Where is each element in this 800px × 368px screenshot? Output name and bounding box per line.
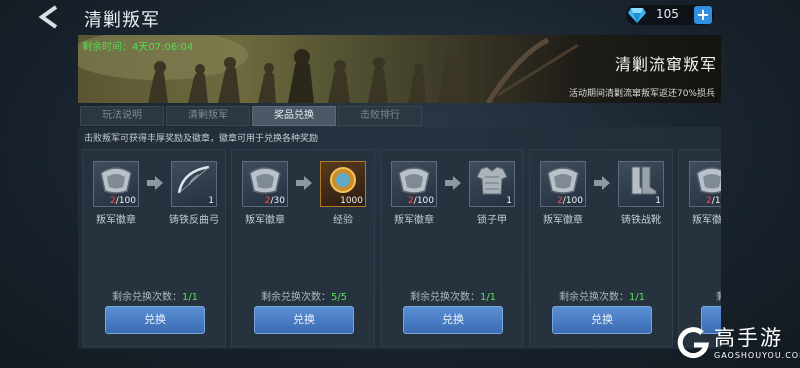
- banner-title: 清剿流窜叛军: [614, 55, 717, 74]
- remaining-count: 1/1: [479, 292, 497, 303]
- rebel-badge-icon: [696, 167, 721, 194]
- event-banner: 剩余时间：4天07:06:04 清剿流窜叛军 活动期间清剿流窜叛军返还70%损兵: [78, 35, 721, 103]
- currency-display: 105 +: [626, 5, 714, 25]
- reward-slot[interactable]: 1: [171, 161, 217, 207]
- rebel-badge-icon: [100, 167, 132, 194]
- watermark-text: 高手游: [714, 326, 783, 350]
- badge-name: 叛军徽章: [245, 215, 285, 226]
- reward-count: 1: [655, 196, 661, 206]
- remaining-label: 剩余兑换次数：: [558, 292, 629, 303]
- back-arrow-icon[interactable]: [34, 4, 64, 30]
- reward-name: 铸铁战靴: [621, 215, 661, 226]
- remaining-label: 剩余兑换次数：: [716, 292, 721, 303]
- rebel-badge-icon: [398, 167, 430, 194]
- badge-name: 叛军徽章: [692, 215, 721, 226]
- rebel-badge-icon: [249, 167, 281, 194]
- reward-name: 铸铁反曲弓: [169, 215, 219, 226]
- exchange-hint: 击败叛军可获得丰厚奖励及徽章，徽章可用于兑换各种奖励: [84, 134, 319, 144]
- badge-name: 叛军徽章: [96, 215, 136, 226]
- iron-boots-icon: [631, 166, 657, 195]
- tab-clear-rebels[interactable]: 清剿叛军: [166, 106, 250, 126]
- rebel-badge-slot[interactable]: 2/100: [689, 161, 721, 207]
- badge-name: 叛军徽章: [394, 215, 434, 226]
- reward-count: 1: [208, 196, 214, 206]
- exchange-card: 2/100 1 叛军徽章 锁子甲 剩余兑换次数：1/1 兑换: [380, 149, 524, 347]
- exchange-card-list[interactable]: 2/100 1 叛军徽章 铸铁反曲弓 剩余兑换次数：1/1 兑换 2/30 10…: [82, 149, 721, 349]
- remaining-label: 剩余兑换次数：: [260, 292, 331, 303]
- reward-slot[interactable]: 1: [469, 161, 515, 207]
- diamond-gem-icon: [628, 8, 646, 23]
- gaoshouyou-logo-icon: [677, 327, 710, 359]
- exchange-button[interactable]: 兑换: [403, 306, 503, 334]
- tab-prize-exchange[interactable]: 奖品兑换: [252, 106, 336, 126]
- remaining-count: 1/1: [181, 292, 199, 303]
- arrow-right-icon: [594, 176, 610, 190]
- reward-slot[interactable]: 1000: [320, 161, 366, 207]
- add-currency-button[interactable]: +: [694, 6, 712, 24]
- tab-instructions[interactable]: 玩法说明: [80, 106, 164, 126]
- rebel-badge-slot[interactable]: 2/100: [540, 161, 586, 207]
- exchange-button[interactable]: 兑换: [105, 306, 205, 334]
- reward-count: 1: [506, 196, 512, 206]
- badge-required: /100: [562, 196, 583, 206]
- badge-required: /30: [270, 196, 285, 206]
- exchange-button[interactable]: 兑换: [552, 306, 652, 334]
- currency-value: 105: [656, 7, 679, 21]
- remaining-label: 剩余兑换次数：: [111, 292, 182, 303]
- watermark-subtext: GAOSHOUYOU.COM: [714, 351, 800, 360]
- reward-slot[interactable]: 1: [618, 161, 664, 207]
- reward-name: 锁子甲: [477, 215, 507, 226]
- exchange-card: 2/30 1000 叛军徽章 经验 剩余兑换次数：5/5 兑换: [231, 149, 375, 347]
- rebel-badge-slot[interactable]: 2/100: [391, 161, 437, 207]
- exchange-card: 2/100 1 叛军徽章 铸铁反曲弓 剩余兑换次数：1/1 兑换: [82, 149, 226, 347]
- badge-required: /100: [711, 196, 721, 206]
- badge-required: /100: [413, 196, 434, 206]
- exchange-panel: 击败叛军可获得丰厚奖励及徽章，徽章可用于兑换各种奖励 2/100 1 叛军徽章 …: [78, 127, 721, 349]
- rebel-badge-slot[interactable]: 2/100: [93, 161, 139, 207]
- banner-description: 活动期间清剿流窜叛军返还70%损兵: [568, 89, 715, 99]
- page-title: 清剿叛军: [84, 10, 160, 31]
- remaining-label: 剩余兑换次数：: [409, 292, 480, 303]
- chainmail-armor-icon: [476, 166, 508, 195]
- event-timer: 剩余时间：4天07:06:04: [82, 42, 194, 53]
- remaining-count: 5/5: [330, 292, 348, 303]
- arrow-right-icon: [296, 176, 312, 190]
- arrow-right-icon: [147, 176, 163, 190]
- reward-name: 经验: [333, 215, 353, 226]
- badge-required: /100: [115, 196, 136, 206]
- reward-count: 1000: [340, 196, 363, 206]
- rebel-badge-slot[interactable]: 2/30: [242, 161, 288, 207]
- exchange-button[interactable]: 兑换: [254, 306, 354, 334]
- remaining-count: 1/1: [628, 292, 646, 303]
- rebel-badge-icon: [547, 167, 579, 194]
- bow-icon: [177, 165, 210, 194]
- site-watermark: 高手游 GAOSHOUYOU.COM: [676, 322, 800, 368]
- exchange-card: 2/100 1 叛军徽章 铸铁战靴 剩余兑换次数：1/1 兑换: [529, 149, 673, 347]
- exchange-card: 2/100 叛军徽章 剩余兑换次数： 兑换: [678, 149, 721, 347]
- tab-ranking[interactable]: 击败排行: [338, 106, 422, 126]
- arrow-right-icon: [445, 176, 461, 190]
- badge-name: 叛军徽章: [543, 215, 583, 226]
- experience-medal-icon: [330, 167, 356, 193]
